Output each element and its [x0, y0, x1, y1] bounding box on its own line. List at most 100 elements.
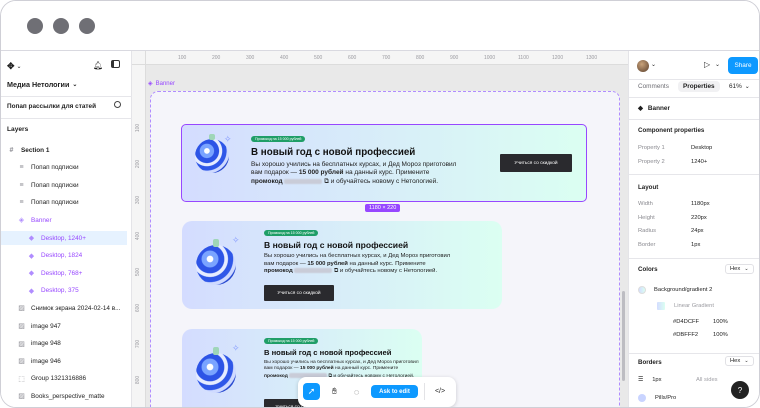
component-layer-icon: ◈ — [18, 217, 25, 225]
move-tool-button[interactable]: ➚ — [303, 383, 320, 400]
layer-item[interactable]: ≡ Попап подписки — [1, 161, 127, 175]
file-name-label: Медиа Нетологии — [7, 80, 70, 89]
toggle-sidebar-button[interactable] — [111, 60, 120, 68]
ruler-tick-label: 900 — [450, 55, 459, 61]
border-sides-row[interactable]: All sides — [696, 377, 718, 383]
layer-item[interactable]: ◆ Desktop, 768+ — [1, 266, 127, 280]
layer-label: Снимок экрана 2024-02-14 в... — [31, 304, 121, 312]
group-layer-icon: ⬚ — [18, 375, 25, 383]
text-2-post: на данный курс. Примените — [333, 366, 399, 372]
promo-code-label: промокод — [264, 268, 293, 275]
property-value[interactable]: Desktop — [691, 145, 712, 151]
dev-mode-toggle[interactable]: </> — [430, 383, 450, 400]
image-layer-icon: ▨ — [18, 340, 25, 348]
promo-badge: Промокод на 15 000 рублей — [264, 338, 319, 344]
property-label: Height — [638, 214, 655, 221]
layer-item[interactable]: ▨ image 946 — [1, 354, 127, 368]
zoom-selector[interactable]: 61% ⌄ — [729, 83, 750, 90]
main-menu[interactable]: ✥ ⌄ — [7, 61, 22, 72]
gradient-stop-opacity[interactable]: 100% — [713, 332, 728, 338]
comment-tool-button[interactable]: ◌ — [348, 383, 365, 400]
property-value[interactable]: 220px — [691, 215, 707, 221]
canvas-scrollbar[interactable] — [622, 291, 625, 381]
layer-label: Desktop, 1824 — [41, 252, 83, 260]
page-name-label: Попап рассылки для статей — [7, 103, 97, 110]
file-name[interactable]: Медиа Нетологии ⌄ — [7, 80, 77, 89]
property-value[interactable]: 1240+ — [691, 159, 707, 165]
share-button[interactable]: Share — [728, 57, 758, 74]
gradient-stop-hex[interactable]: #DBFFF2 — [673, 332, 698, 338]
notifications-button[interactable]: 🔔︎ — [93, 61, 103, 70]
play-icon[interactable]: ▷ — [704, 60, 710, 69]
banner-desktop-1824[interactable]: ✧ Промокод на 15 000 рублей В новый год … — [182, 221, 502, 309]
fill-style-row[interactable]: Background/gradient 2 — [638, 286, 712, 294]
property-value[interactable]: 1180px — [691, 201, 710, 207]
layer-item[interactable]: ▨ Снимок экрана 2024-02-14 в... — [1, 301, 127, 315]
banner-cta-button[interactable]: Учиться со скидкой — [500, 154, 572, 172]
border-lines-icon: ☰ — [638, 377, 644, 383]
hand-tool-button[interactable]: ✋︎ — [326, 383, 343, 400]
ruler-tick-label: 300 — [246, 55, 255, 61]
ask-to-edit-button[interactable]: Ask to edit — [371, 385, 418, 398]
colors-format-select[interactable]: Hex ⌄ — [725, 264, 754, 274]
layer-item[interactable]: ▨ Books_perspective_matte — [1, 389, 127, 403]
border-fill-row[interactable]: Pills/Pro — [638, 394, 676, 402]
gradient-type-row[interactable]: Linear Gradient — [657, 302, 714, 310]
search-layers-button[interactable] — [114, 101, 121, 108]
layers-title: Layers — [7, 126, 29, 133]
layer-item[interactable]: # Section 1 — [1, 143, 127, 157]
promo-code-blurred — [294, 268, 333, 274]
ruler-tick-label: 100 — [178, 55, 187, 61]
layer-label: image 948 — [31, 340, 61, 348]
tab-properties[interactable]: Properties — [678, 81, 720, 92]
ruler-tick-label: 800 — [416, 55, 425, 61]
layout-title: Layout — [638, 184, 659, 191]
layer-item[interactable]: ⬚ Group 1321316886 — [1, 372, 127, 386]
promo-code-blurred — [284, 178, 323, 184]
banner-cta-button[interactable]: Учиться со скидкой — [264, 285, 334, 301]
ruler-tick-label: 400 — [280, 55, 289, 61]
promo-badge: Промокод на 15 000 рублей — [251, 136, 306, 142]
tab-comments[interactable]: Comments — [638, 83, 669, 90]
size-badge: 1180 × 220 — [365, 204, 401, 212]
bell-icon: 🔔︎ — [93, 61, 104, 70]
layer-layer-icon: ≡ — [19, 199, 24, 207]
border-width-row[interactable]: ☰ 1px — [638, 377, 662, 383]
gradient-stop-opacity[interactable]: 100% — [713, 319, 728, 325]
bottom-toolbar: ➚ ✋︎ ◌ Ask to edit </> — [298, 377, 456, 407]
layer-item[interactable]: ▨ image 947 — [1, 319, 127, 333]
property-value[interactable]: 24px — [691, 228, 704, 234]
layer-item[interactable]: ◆ Desktop, 1824 — [1, 249, 127, 263]
layer-item[interactable]: ◈ Banner — [1, 213, 127, 227]
layer-item[interactable]: ≡ Попап подписки — [1, 196, 127, 210]
window-maximize-dot[interactable] — [79, 18, 95, 34]
toolbar-divider — [424, 383, 425, 400]
layer-item[interactable]: ≡ Попап подписки — [1, 178, 127, 192]
borders-format-select[interactable]: Hex ⌄ — [725, 356, 754, 366]
ruler-tick-label: 200 — [212, 55, 221, 61]
canvas[interactable]: 100 200 300 400 500 600 700 800 900 1000 1100 1200 1… — [132, 51, 628, 407]
layer-label: Попап подписки — [31, 164, 79, 172]
page-selector[interactable]: Попап рассылки для статей — [7, 103, 96, 110]
colors-title: Colors — [638, 266, 658, 273]
banner-title: В новый год с новой профессией — [264, 348, 392, 357]
banner-text-line-2: вам подарок — 15 000 рублей на данный ку… — [251, 169, 521, 177]
frame-label[interactable]: ◈ Banner — [148, 80, 175, 88]
colors-format-value: Hex — [730, 266, 741, 272]
gradient-stop-hex[interactable]: #D4DCFF — [673, 319, 699, 325]
property-value[interactable]: 1px — [691, 242, 700, 248]
layer-item[interactable]: ▨ image 948 — [1, 337, 127, 351]
layer-item[interactable]: ◆ Desktop, 1240+ — [1, 231, 127, 245]
variant-layer-icon: ◆ — [28, 270, 35, 278]
banner-desktop-1240[interactable]: ✧ Промокод на 15 000 рублей В новый год … — [181, 124, 587, 202]
help-button[interactable]: ? — [731, 381, 749, 399]
chevron-down-icon: ⌄ — [72, 82, 78, 88]
window-close-dot[interactable] — [27, 18, 43, 34]
layer-item[interactable]: ◆ Desktop, 375 — [1, 284, 127, 298]
chevron-down-icon: ⌄ — [651, 62, 657, 68]
window-minimize-dot[interactable] — [53, 18, 69, 34]
property-label: Radius — [638, 228, 657, 234]
avatar[interactable] — [637, 60, 649, 72]
banner-title: В новый год с новой профессией — [264, 240, 409, 250]
app-window: ✥ ⌄ 🔔︎ Медиа Нетологии ⌄ Попап рассылки … — [0, 0, 760, 408]
